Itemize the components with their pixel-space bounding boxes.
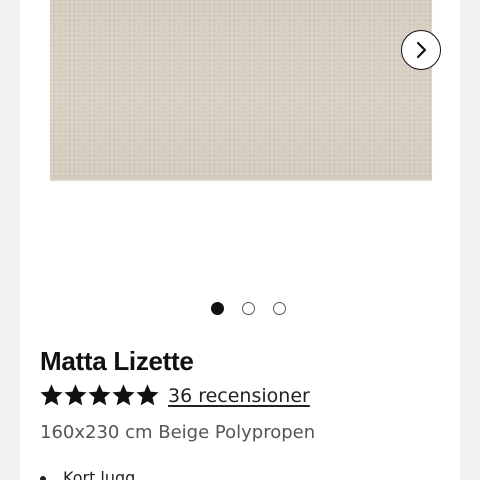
next-image-button[interactable] [401,30,441,70]
gallery-dot-1[interactable] [210,302,224,315]
feature-label: Kort lugg [63,468,136,480]
product-card: Matta Lizette 36 recensioner 160x230 cm … [20,0,460,480]
star-icon [64,384,87,406]
gallery-pagination [20,302,460,316]
gallery-dot-3[interactable] [272,302,286,315]
feature-item: Kort lugg [40,468,135,480]
rug-edge [50,178,432,181]
gallery-dot-2[interactable] [241,302,255,315]
star-icon [40,384,63,406]
star-icon [88,384,111,406]
bullet-icon [40,475,46,480]
product-rating: 36 recensioner [40,384,310,407]
star-icon [136,384,159,406]
reviews-link[interactable]: 36 recensioner [168,385,310,407]
feature-list: Kort lugg [40,468,135,480]
product-image-rug [50,0,432,180]
chevron-right-icon [416,41,427,59]
star-icon [112,384,135,406]
product-image-gallery[interactable] [20,0,460,290]
product-subtitle: 160x230 cm Beige Polypropen [40,422,316,443]
rating-stars [40,384,159,407]
product-title: Matta Lizette [40,346,194,376]
